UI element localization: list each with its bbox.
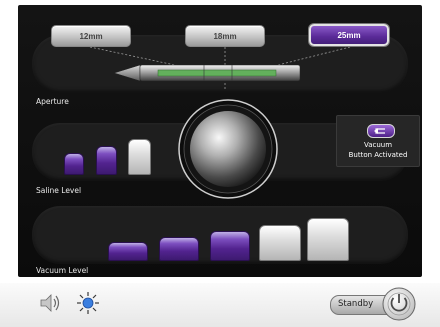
aperture-12mm-button[interactable]: 12mm: [51, 25, 131, 47]
vacuum-bar: [159, 237, 199, 261]
control-panel: 12mm 18mm 25mm Aperture Saline Level Vac…: [18, 5, 422, 277]
saline-bar: [96, 146, 117, 175]
speaker-icon[interactable]: [38, 293, 62, 313]
vacuum-bar: [307, 218, 349, 261]
vacuum-bar: [259, 225, 301, 261]
saline-level-label: Saline Level: [36, 186, 82, 195]
standby-label: Standby: [338, 299, 374, 309]
device-screen: 12mm 18mm 25mm Aperture Saline Level Vac…: [0, 0, 440, 327]
aperture-18mm-button[interactable]: 18mm: [185, 25, 265, 47]
saline-bar: [128, 139, 151, 175]
aperture-25mm-button[interactable]: 25mm: [309, 24, 389, 46]
vacuum-orb-button[interactable]: [178, 99, 278, 199]
vacuum-bar: [210, 231, 250, 261]
probe-graphic: [114, 64, 301, 82]
saline-bar: [64, 153, 84, 175]
power-icon: [382, 287, 416, 321]
vacuum-status-box: Vacuum Button Activated: [336, 115, 420, 167]
vacuum-status-line2: Button Activated: [348, 151, 408, 159]
vacuum-arrow-icon: [367, 124, 395, 138]
aperture-guides: [89, 46, 351, 89]
brightness-icon[interactable]: [76, 291, 100, 315]
standby-button[interactable]: Standby: [330, 287, 420, 321]
vacuum-status-line1: Vacuum: [363, 141, 393, 149]
aperture-label: Aperture: [36, 97, 69, 106]
vacuum-level-label: Vacuum Level: [36, 266, 89, 275]
bottom-toolbar: Standby: [0, 283, 440, 327]
vacuum-bar: [108, 242, 148, 261]
